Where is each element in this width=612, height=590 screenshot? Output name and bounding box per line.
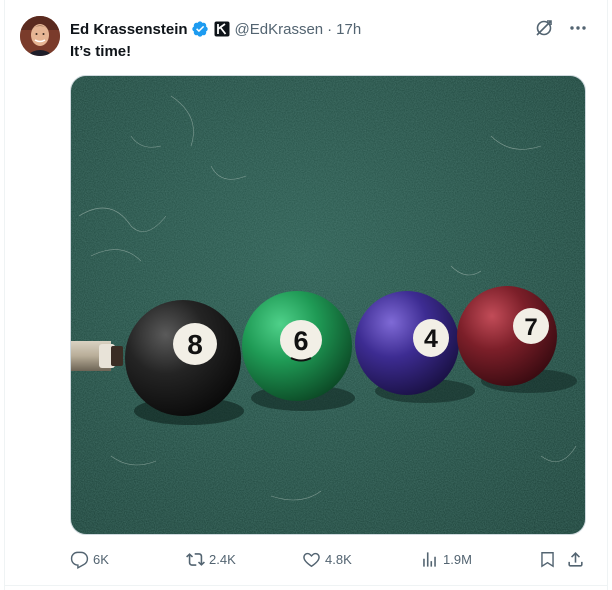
tweet-text: It’s time!: [70, 43, 132, 60]
card-left-border: [4, 0, 5, 590]
bookmark-icon: [538, 550, 557, 569]
verified-badge-icon: [191, 20, 209, 38]
card-bottom-border: [4, 585, 608, 586]
share-button[interactable]: [566, 550, 585, 569]
separator-dot: ·: [327, 20, 333, 38]
svg-text:8: 8: [187, 329, 203, 360]
display-name[interactable]: Ed Krassenstein: [70, 21, 188, 38]
tweet-media-image[interactable]: 8 6 4 7: [70, 75, 586, 535]
ball-7: 7: [457, 286, 557, 386]
repost-icon: [186, 550, 205, 569]
tweet-header: Ed Krassenstein @EdKrassen · 17h: [70, 18, 361, 40]
timestamp[interactable]: 17h: [336, 21, 361, 38]
tweet-card: Ed Krassenstein @EdKrassen · 17h It’s ti…: [0, 0, 612, 590]
views-button[interactable]: 1.9M: [420, 550, 472, 569]
svg-text:7: 7: [524, 314, 537, 341]
share-icon: [566, 550, 585, 569]
ball-4: 4: [355, 291, 459, 395]
svg-text:4: 4: [424, 325, 438, 353]
repost-count: 2.4K: [209, 552, 236, 567]
like-button[interactable]: 4.8K: [302, 550, 352, 569]
user-handle[interactable]: @EdKrassen: [235, 21, 324, 38]
tweet-action-bar: 6K 2.4K 4.8K 1.9M: [70, 550, 584, 572]
bookmark-button[interactable]: [538, 550, 557, 569]
view-count: 1.9M: [443, 552, 472, 567]
reply-icon: [70, 550, 89, 570]
like-icon: [302, 550, 321, 569]
reply-count: 6K: [93, 552, 109, 567]
affiliation-badge-icon[interactable]: [214, 21, 230, 37]
ball-8: 8: [125, 300, 241, 416]
card-right-border: [607, 0, 608, 590]
repost-button[interactable]: 2.4K: [186, 550, 236, 569]
reply-button[interactable]: 6K: [70, 550, 109, 570]
views-icon: [420, 550, 439, 569]
like-count: 4.8K: [325, 552, 352, 567]
ball-6: 6: [242, 291, 352, 401]
svg-text:6: 6: [293, 326, 308, 356]
more-icon[interactable]: [568, 18, 588, 38]
avatar[interactable]: [20, 16, 60, 56]
grok-icon[interactable]: [534, 18, 554, 38]
top-actions: [534, 18, 588, 38]
